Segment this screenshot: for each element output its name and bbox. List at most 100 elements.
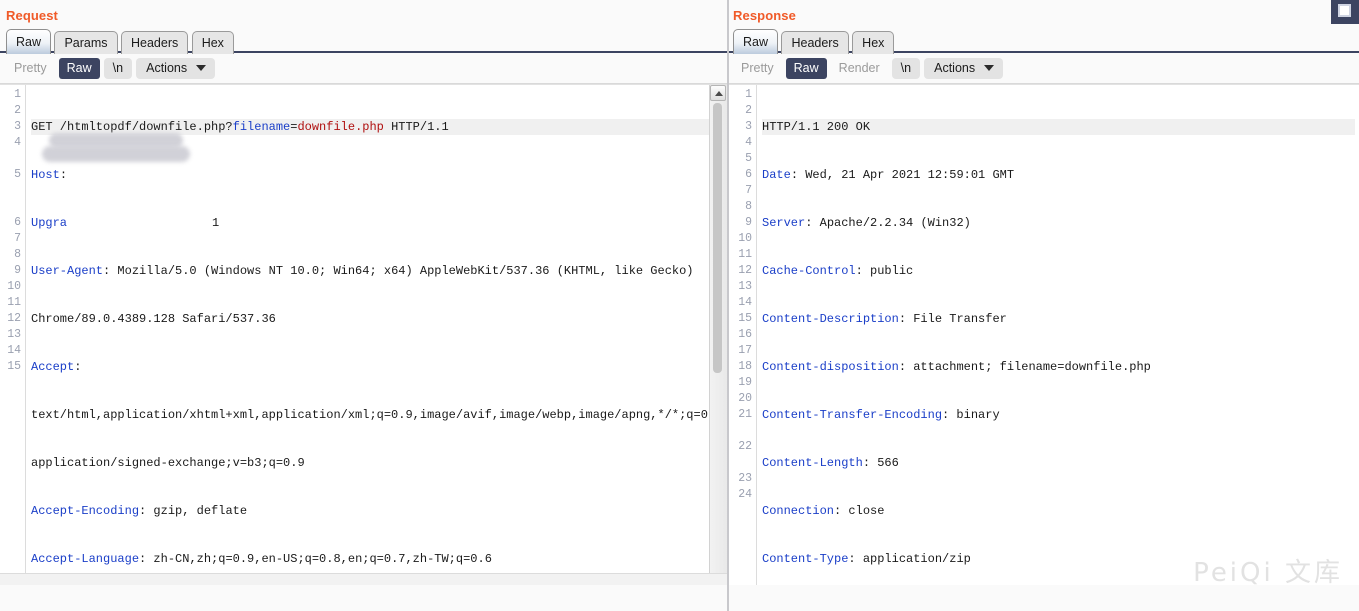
line-number: 22	[738, 440, 752, 453]
header-value-user-agent: : Mozilla/5.0 (Windows NT 10.0; Win64; x…	[103, 264, 694, 278]
tab-response-raw[interactable]: Raw	[733, 29, 779, 54]
line-number: 23	[738, 472, 752, 485]
response-line-3: Server: Apache/2.2.34 (Win32)	[762, 215, 1355, 231]
request-line-3: Upgra 1	[31, 215, 723, 231]
tab-request-hex[interactable]: Hex	[191, 31, 234, 54]
header-name-upgrade: Upgra	[31, 216, 68, 230]
request-raw-button[interactable]: Raw	[58, 57, 100, 79]
response-line-numbers: 1 2 3 4 5 6 7 8 9 10 11 12 13 14 15 16 1…	[727, 85, 757, 585]
request-method-path: GET /htmltopdf/downfile.php?	[31, 120, 233, 134]
line-number: 5	[14, 168, 21, 181]
line-number: 13	[738, 280, 752, 293]
header-value-connection: : close	[834, 504, 885, 518]
burp-repeater-window: Request Raw Params Headers Hex Pretty Ra…	[0, 0, 1359, 611]
line-number	[0, 151, 21, 167]
panel-divider[interactable]	[727, 0, 729, 611]
request-line-5-wrap1: text/html,application/xhtml+xml,applicat…	[31, 407, 727, 423]
tab-response-hex[interactable]: Hex	[852, 31, 895, 54]
tab-request-headers[interactable]: Headers	[121, 31, 189, 54]
line-number: 13	[7, 328, 21, 341]
header-name-date: Date	[762, 168, 791, 182]
response-editor[interactable]: 1 2 3 4 5 6 7 8 9 10 11 12 13 14 15 16 1…	[727, 84, 1359, 585]
request-line-4: User-Agent: Mozilla/5.0 (Windows NT 10.0…	[31, 263, 723, 279]
header-name-connection: Connection	[762, 504, 835, 518]
request-line-4-wrap: Chrome/89.0.4389.128 Safari/537.36	[31, 311, 723, 327]
tab-request-raw[interactable]: Raw	[6, 29, 52, 54]
line-number	[727, 455, 752, 471]
line-number: 17	[738, 344, 752, 357]
request-pretty-button[interactable]: Pretty	[6, 58, 55, 79]
response-body-text[interactable]: HTTP/1.1 200 OK Date: Wed, 21 Apr 2021 1…	[757, 85, 1359, 585]
tab-request-params[interactable]: Params	[54, 31, 118, 54]
header-name-content-transfer-encoding: Content-Transfer-Encoding	[762, 408, 943, 422]
header-value-content-description: : File Transfer	[898, 312, 1007, 326]
request-toolbar: Pretty Raw \n Actions	[0, 53, 727, 84]
line-number: 15	[7, 360, 21, 373]
line-number: 24	[738, 488, 752, 501]
header-name-cache-control: Cache-Control	[762, 264, 856, 278]
header-value-upgrade: 1	[212, 216, 220, 230]
header-name-host: Host	[31, 168, 60, 182]
line-number: 12	[7, 312, 21, 325]
header-name-content-description: Content-Description	[762, 312, 899, 326]
line-number: 10	[738, 232, 752, 245]
chevron-down-icon	[196, 65, 207, 71]
request-line-5-wrap2: application/signed-exchange;v=b3;q=0.9	[31, 455, 723, 471]
request-vertical-scrollbar[interactable]	[709, 85, 727, 585]
request-horizontal-scrollbar[interactable]	[0, 573, 727, 585]
response-line-6: Content-disposition: attachment; filenam…	[762, 359, 1355, 375]
response-newline-button[interactable]: \n	[891, 57, 921, 79]
line-number	[0, 183, 21, 199]
response-actions-button[interactable]: Actions	[924, 57, 1004, 79]
header-value-date: : Wed, 21 Apr 2021 12:59:01 GMT	[790, 168, 1015, 182]
line-number: 18	[738, 360, 752, 373]
request-actions-label: Actions	[146, 60, 188, 75]
line-number: 4	[745, 136, 752, 149]
request-actions-button[interactable]: Actions	[136, 57, 216, 79]
header-name-content-type: Content-Type	[762, 552, 849, 566]
request-scroll-thumb[interactable]	[713, 103, 722, 373]
response-raw-button[interactable]: Raw	[785, 57, 827, 79]
response-render-button[interactable]: Render	[831, 58, 888, 79]
line-number: 9	[745, 216, 752, 229]
header-value-accept-2: application/signed-exchange;v=b3;q=0.9	[31, 456, 305, 470]
peiqi-watermark: PeiQi 文库	[1193, 558, 1343, 588]
panel-maximize-button[interactable]	[1331, 0, 1359, 24]
line-number: 20	[738, 392, 752, 405]
line-number: 11	[738, 248, 752, 261]
response-actions-label: Actions	[934, 60, 976, 75]
header-colon: :	[59, 168, 68, 182]
header-name-content-disposition: Content-disposition	[762, 360, 899, 374]
request-tabstrip: Raw Params Headers Hex	[0, 29, 727, 54]
line-number	[727, 423, 752, 439]
header-value-content-disposition: : attachment; filename=downfile.php	[898, 360, 1151, 374]
header-colon: :	[74, 360, 82, 374]
tab-response-headers[interactable]: Headers	[781, 31, 849, 54]
header-value-accept-1: text/html,application/xhtml+xml,applicat…	[31, 408, 727, 422]
line-number: 7	[745, 184, 752, 197]
line-number: 10	[7, 280, 21, 293]
header-value-accept-language: : zh-CN,zh;q=0.9,en-US;q=0.8,en;q=0.7,zh…	[139, 552, 492, 566]
header-value-cache-control: : public	[855, 264, 914, 278]
upgrade-header-redaction-blur	[42, 146, 190, 162]
request-param-value: downfile.php	[297, 120, 384, 134]
response-line-7: Content-Transfer-Encoding: binary	[762, 407, 1355, 423]
line-number: 3	[14, 120, 21, 133]
response-line-9: Connection: close	[762, 503, 1355, 519]
scroll-up-arrow-icon[interactable]	[710, 85, 726, 101]
response-pretty-button[interactable]: Pretty	[733, 58, 782, 79]
request-param-name: filename	[232, 120, 291, 134]
response-status-line: HTTP/1.1 200 OK	[762, 119, 1355, 135]
request-newline-button[interactable]: \n	[103, 57, 133, 79]
request-line-numbers: 1 2 3 4 5 6 7 8 9 10 11 12 13 14 15	[0, 85, 26, 585]
line-number: 8	[745, 200, 752, 213]
line-number: 6	[14, 216, 21, 229]
header-value-content-transfer-encoding: : binary	[942, 408, 1000, 422]
line-number: 1	[14, 88, 21, 101]
header-name-accept-language: Accept-Language	[31, 552, 140, 566]
response-line-8: Content-Length: 566	[762, 455, 1355, 471]
header-name-user-agent: User-Agent	[31, 264, 104, 278]
line-number: 2	[745, 104, 752, 117]
response-line-2: Date: Wed, 21 Apr 2021 12:59:01 GMT	[762, 167, 1355, 183]
line-number: 15	[738, 312, 752, 325]
